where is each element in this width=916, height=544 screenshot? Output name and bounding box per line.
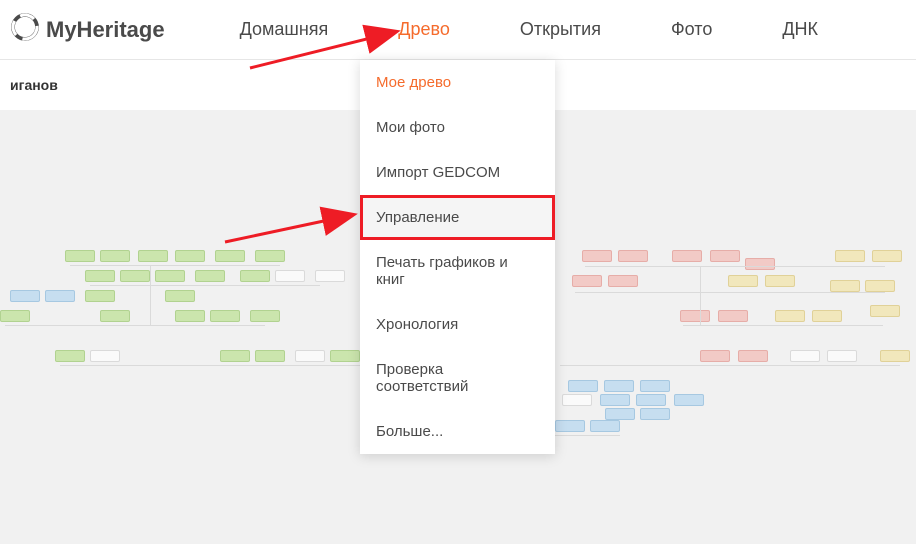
dropdown-consistency[interactable]: Проверка соответствий [360, 347, 555, 409]
dropdown-timeline[interactable]: Хронология [360, 302, 555, 347]
dropdown-my-photos[interactable]: Мои фото [360, 105, 555, 150]
nav-home[interactable]: Домашняя [240, 1, 329, 58]
header: MyHeritage Домашняя Древо Открытия Фото … [0, 0, 916, 60]
dropdown-more[interactable]: Больше... [360, 409, 555, 454]
logo[interactable]: MyHeritage [10, 12, 165, 47]
dropdown-my-tree[interactable]: Мое древо [360, 60, 555, 105]
nav-discoveries[interactable]: Открытия [520, 1, 601, 58]
nav-tree[interactable]: Древо [398, 1, 450, 58]
brand-text: MyHeritage [46, 17, 165, 43]
nav-photo[interactable]: Фото [671, 1, 712, 58]
nav-dna[interactable]: ДНК [782, 1, 818, 58]
tree-dropdown: Мое древо Мои фото Импорт GEDCOM Управле… [360, 60, 555, 454]
page-label: иганов [10, 77, 58, 93]
dropdown-import-gedcom[interactable]: Импорт GEDCOM [360, 150, 555, 195]
logo-icon [10, 12, 40, 47]
dropdown-manage[interactable]: Управление [360, 195, 555, 240]
dropdown-print[interactable]: Печать графиков и книг [360, 240, 555, 302]
main-nav: Домашняя Древо Открытия Фото ДНК [240, 1, 818, 58]
